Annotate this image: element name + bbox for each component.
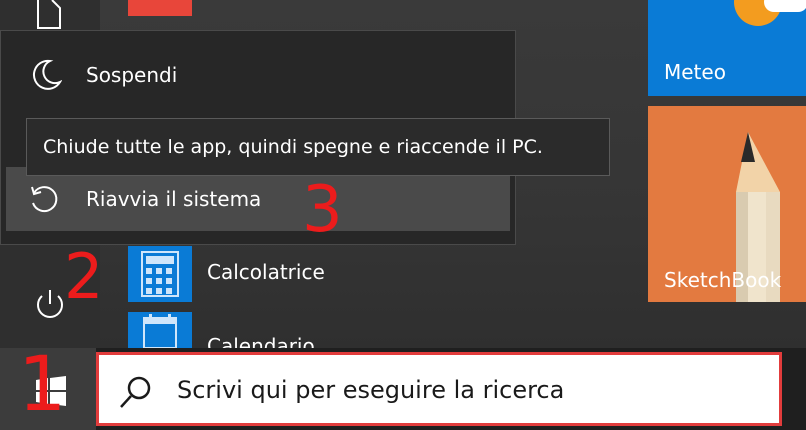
- menu-item-restart-label: Riavvia il sistema: [86, 187, 262, 211]
- tile-sketchbook[interactable]: SketchBook: [648, 106, 806, 302]
- annotation-step-2: 2: [64, 240, 104, 313]
- calculator-icon[interactable]: [128, 246, 192, 302]
- restart-icon: [31, 186, 58, 213]
- moon-icon: [32, 59, 62, 90]
- app-tile-partial-top[interactable]: [128, 0, 192, 16]
- menu-item-restart[interactable]: Riavvia il sistema: [6, 167, 510, 231]
- menu-item-sleep[interactable]: Sospendi: [0, 52, 516, 104]
- menu-item-sleep-label: Sospendi: [86, 63, 178, 87]
- weather-icon: [734, 0, 806, 26]
- annotation-step-1: 1: [18, 339, 67, 428]
- search-icon: [120, 376, 151, 408]
- search-placeholder: Scrivi qui per eseguire la ricerca: [177, 376, 565, 404]
- restart-tooltip: Chiude tutte le app, quindi spegne e ria…: [26, 118, 610, 176]
- app-label-calendar[interactable]: Calendario: [207, 334, 315, 348]
- search-box[interactable]: Scrivi qui per eseguire la ricerca: [96, 352, 782, 426]
- tile-sketchbook-label: SketchBook: [664, 268, 782, 292]
- annotation-step-3: 3: [302, 173, 343, 247]
- app-label-calculator[interactable]: Calcolatrice: [207, 260, 325, 284]
- tile-meteo[interactable]: Meteo: [648, 0, 806, 96]
- tile-meteo-label: Meteo: [664, 60, 726, 84]
- calendar-icon[interactable]: [128, 312, 192, 349]
- document-icon[interactable]: [36, 0, 62, 30]
